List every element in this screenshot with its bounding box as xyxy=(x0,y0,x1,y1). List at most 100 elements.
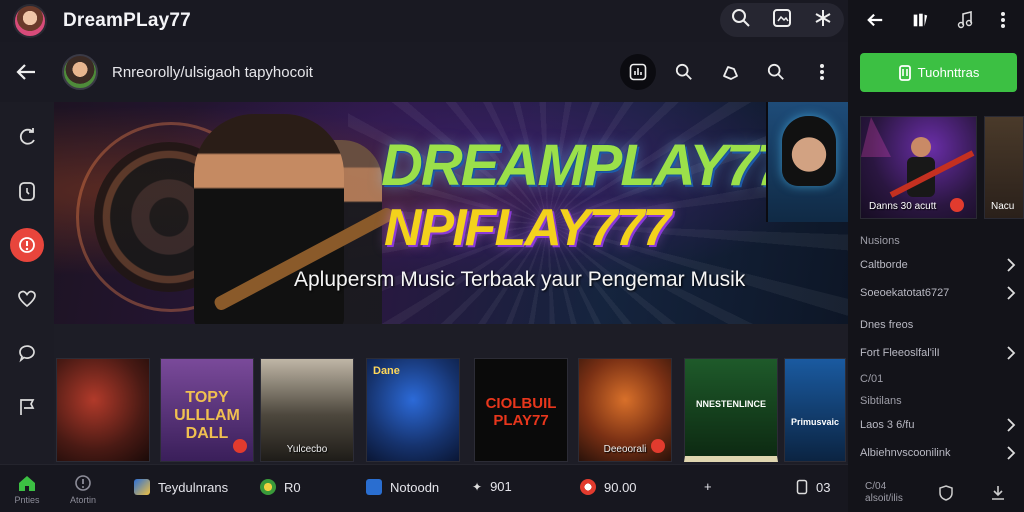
album-card[interactable]: TOPY ULLLAM DALL xyxy=(160,358,254,462)
shield-icon[interactable] xyxy=(937,484,955,502)
info-icon xyxy=(19,237,35,253)
bottom-item-label: R0 xyxy=(284,479,301,495)
list-item-label: Fort Fleeoslfal'ilI xyxy=(860,347,940,359)
chevron-right-icon xyxy=(1007,258,1016,272)
cast-icon xyxy=(723,66,738,80)
list-item: Dnes freos xyxy=(860,314,1018,342)
hero-title-line2: NPIFLAY777 xyxy=(384,199,671,257)
library-icon[interactable] xyxy=(911,11,929,29)
more-button[interactable] xyxy=(804,54,840,90)
phone-icon xyxy=(898,64,911,81)
card-caption: Danns 30 acutt xyxy=(869,201,937,212)
hero-side-thumbnail[interactable] xyxy=(766,102,848,222)
footer-line: C/04 xyxy=(865,481,887,492)
right-panel-toolbar xyxy=(848,0,1024,40)
badge-icon xyxy=(580,479,596,495)
album-card[interactable]: NNESTENLINCE xyxy=(684,358,778,462)
list-item-label: Caltborde xyxy=(860,259,908,271)
hero-title-line1: DREAMPLAY77 xyxy=(381,133,789,198)
list-item: Sibtilans xyxy=(860,392,1018,414)
analytics-button[interactable] xyxy=(620,54,656,90)
album-card[interactable]: Yulcecbo xyxy=(260,358,354,462)
asterisk-icon[interactable] xyxy=(813,8,833,33)
album-card[interactable]: CIOLBUIL PLAY77 xyxy=(474,358,568,462)
nav-alerts[interactable]: Atortin xyxy=(56,473,110,505)
primary-cta-button[interactable]: Tuohnttras xyxy=(860,53,1017,92)
top-icon-group xyxy=(720,3,844,37)
right-panel-list: Nusions Caltborde Soeoekatotat6727 Dnes … xyxy=(860,232,1018,470)
album-card[interactable]: Primusvaic xyxy=(784,358,846,462)
alert-icon xyxy=(75,475,91,491)
list-item[interactable]: Fort Fleeoslfal'ilI xyxy=(860,342,1018,370)
notebook-icon xyxy=(366,479,382,495)
bottom-item-playlist[interactable]: Teydulnrans xyxy=(134,479,228,495)
list-item[interactable]: Caltborde xyxy=(860,254,1018,282)
user-avatar[interactable] xyxy=(62,54,98,90)
image-icon[interactable] xyxy=(772,8,792,33)
album-card[interactable]: Dane xyxy=(366,358,460,462)
list-item: Nusions xyxy=(860,232,1018,254)
featured-card[interactable]: Danns 30 acutt xyxy=(860,116,977,219)
more-vertical-icon xyxy=(820,64,824,80)
cast-button[interactable] xyxy=(712,54,748,90)
nav-home-label: Pnties xyxy=(14,495,40,505)
hero-banner[interactable]: DREAMPLAY77 NPIFLAY777 Aplupersm Music T… xyxy=(54,102,848,324)
rail-refresh-button[interactable] xyxy=(10,120,44,154)
search-icon[interactable] xyxy=(731,8,751,33)
list-item: C/01 xyxy=(860,370,1018,392)
bottom-item-notebook[interactable]: Notoodn xyxy=(366,479,439,495)
bottom-item-r0[interactable]: R0 xyxy=(260,479,301,495)
list-item[interactable]: Albiehnvscoonilink xyxy=(860,442,1018,470)
analytics-icon xyxy=(629,63,647,81)
search-button-2[interactable] xyxy=(758,54,794,90)
chevron-right-icon xyxy=(1007,286,1016,300)
bookmark-icon xyxy=(796,479,808,495)
list-item[interactable]: Laos 3 6/fu xyxy=(860,414,1018,442)
header-actions xyxy=(620,54,840,90)
list-item-label: Soeoekatotat6727 xyxy=(860,287,950,299)
home-icon xyxy=(19,476,35,491)
nav-home[interactable]: Pnties xyxy=(0,473,54,505)
album-card[interactable]: Deeoorali xyxy=(578,358,672,462)
bottom-item-03[interactable]: 03 xyxy=(796,479,830,495)
rail-heart-button[interactable] xyxy=(10,282,44,316)
cta-label: Tuohnttras xyxy=(917,65,980,80)
hero-subtitle: Aplupersm Music Terbaak yaur Pengemar Mu… xyxy=(294,268,746,291)
album-strip: TOPY ULLLAM DALL Yulcecbo Dane CIOLBUIL … xyxy=(54,324,848,464)
album-title: NNESTENLINCE xyxy=(695,399,766,409)
album-caption: Yulcecbo xyxy=(286,444,328,455)
bottom-item-label: + xyxy=(704,479,712,494)
app-avatar[interactable] xyxy=(13,4,47,38)
rail-timer-button[interactable] xyxy=(10,174,44,208)
footer-text: C/04 alsoit/ilis xyxy=(865,481,903,505)
bottom-item-label: Teydulnrans xyxy=(158,479,229,495)
rail-flag-button[interactable] xyxy=(10,390,44,424)
globe-icon xyxy=(260,479,276,495)
search-button[interactable] xyxy=(666,54,702,90)
list-item-label: Nusions xyxy=(860,235,900,247)
album-title: Dane xyxy=(373,365,400,377)
featured-card-2[interactable]: Nacu xyxy=(984,116,1024,219)
rail-chat-button[interactable] xyxy=(10,336,44,370)
rail-info-button[interactable] xyxy=(10,228,44,262)
back-arrow-icon[interactable] xyxy=(866,11,884,29)
header-bar: Rnreorolly/ulsigaoh tapyhocoit xyxy=(0,42,848,102)
album-badge xyxy=(651,439,665,453)
back-button[interactable] xyxy=(14,60,38,84)
download-icon[interactable] xyxy=(989,484,1007,502)
bottom-item-9000[interactable]: 90.00 xyxy=(580,479,637,495)
bottom-item-plus[interactable]: + xyxy=(704,479,712,494)
card-badge xyxy=(950,198,964,212)
album-badge xyxy=(233,439,247,453)
music-note-icon[interactable] xyxy=(957,11,973,29)
search-icon xyxy=(767,63,784,80)
bottom-item-label: 90.00 xyxy=(604,479,637,495)
bottom-item-label: Notoodn xyxy=(390,479,440,495)
chevron-right-icon xyxy=(1007,446,1016,460)
bottom-item-901[interactable]: ✦ 901 xyxy=(472,479,512,494)
more-vertical-icon[interactable] xyxy=(1000,11,1006,29)
app-title: DreamPLay77 xyxy=(63,10,191,31)
playlist-icon xyxy=(134,479,150,495)
list-item[interactable]: Soeoekatotat6727 xyxy=(860,282,1018,310)
album-card[interactable] xyxy=(56,358,150,462)
